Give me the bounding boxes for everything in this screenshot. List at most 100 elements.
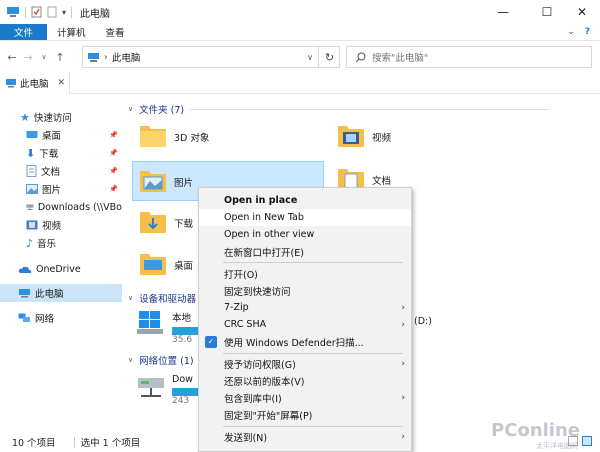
recent-locations-icon[interactable]: ∨ [36, 53, 52, 61]
downloads-folder-icon [140, 212, 166, 233]
breadcrumb-item[interactable]: 此电脑 [112, 50, 141, 64]
sidebar-item-network-downloads[interactable]: Downloads (\\VBo [0, 198, 122, 216]
folder-tile-videos[interactable]: 视频 [336, 120, 526, 156]
desktop-folder-icon [140, 254, 166, 275]
menu-item-7zip[interactable]: 7-Zip › [199, 299, 411, 316]
search-icon [355, 52, 366, 62]
menu-item-defender-scan[interactable]: ✓ 使用 Windows Defender扫描... [199, 333, 411, 350]
menu-separator [223, 353, 403, 354]
menu-item-pin-start[interactable]: 固定到"开始"屏幕(P) [199, 406, 411, 423]
explorer-window: ▾ 此电脑 — ☐ ✕ 文件 计算机 查看 ⌄ ? ← → ∨ ↑ › 此电脑 … [0, 0, 600, 452]
menu-item-open-new-window[interactable]: 在新窗口中打开(E) [199, 243, 411, 260]
address-bar[interactable]: › 此电脑 ∨ [82, 46, 340, 68]
folders-group-header[interactable]: ∨ 文件夹 (7) [128, 102, 551, 116]
pin-icon: 📌 [109, 185, 118, 193]
new-folder-icon[interactable] [47, 6, 57, 18]
pin-icon: 📌 [109, 149, 118, 157]
folder-label: 文档 [372, 176, 392, 187]
properties-icon[interactable] [31, 6, 42, 18]
menu-separator [223, 426, 403, 427]
video-folder-icon [338, 126, 364, 147]
computer-icon [7, 7, 19, 17]
submenu-arrow-icon: › [401, 392, 405, 403]
pin-icon: 📌 [109, 167, 118, 175]
minimize-button[interactable]: — [481, 0, 525, 24]
menu-item-crc-sha[interactable]: CRC SHA › [199, 316, 411, 333]
collapse-icon[interactable]: ∨ [128, 356, 133, 364]
watermark-subtitle: 太平洋电脑网 [536, 442, 578, 450]
collapse-icon[interactable]: ∨ [128, 294, 133, 302]
tiles-view-icon[interactable] [582, 436, 592, 446]
menu-separator [223, 262, 403, 263]
sidebar-item-onedrive[interactable]: OneDrive [0, 260, 122, 278]
folder-label: 3D 对象 [174, 133, 210, 144]
tab-computer[interactable]: 计算机 [47, 24, 96, 40]
collapse-icon[interactable]: ∨ [128, 105, 133, 113]
sidebar-item-label: 网络 [35, 314, 55, 325]
sidebar-item-label: OneDrive [36, 263, 81, 275]
network-icon [18, 313, 30, 322]
pictures-icon [26, 184, 38, 194]
menu-item-include-library[interactable]: 包含到库中(I) › [199, 389, 411, 406]
customize-quick-access-icon[interactable]: ▾ [62, 8, 66, 17]
item-count: 10 个项目 [12, 438, 56, 449]
tab-file[interactable]: 文件 [0, 24, 48, 40]
menu-item-open-in-place[interactable]: Open in place [199, 192, 411, 209]
menu-item-pin-quick-access[interactable]: 固定到快速访问 [199, 282, 411, 299]
sidebar-item-quick-access[interactable]: ★ 快速访问 [0, 108, 122, 126]
group-title: 网络位置 (1) [139, 356, 194, 367]
menu-item-open-in-new-tab[interactable]: Open in New Tab [199, 209, 411, 226]
refresh-button[interactable]: ↻ [318, 46, 340, 68]
menu-item-open-in-other-view[interactable]: Open in other view [199, 226, 411, 243]
folder-label: 下载 [174, 219, 194, 230]
title-bar: ▾ 此电脑 — ☐ ✕ [0, 0, 600, 24]
sidebar-item-label: 桌面 [42, 131, 62, 142]
ribbon-tabs: 文件 计算机 查看 ⌄ ? [0, 24, 600, 41]
sidebar-item-documents[interactable]: 文档 📌 [0, 162, 122, 180]
search-box[interactable]: 搜索"此电脑" [346, 46, 592, 68]
tab-this-pc[interactable]: 此电脑 ✕ [0, 72, 70, 94]
menu-item-restore-versions[interactable]: 还原以前的版本(V) [199, 372, 411, 389]
menu-item-grant-access[interactable]: 授予访问权限(G) › [199, 355, 411, 372]
breadcrumb-separator[interactable]: › [104, 52, 108, 63]
divider [190, 108, 551, 110]
selection-count: 选中 1 个项目 [80, 438, 141, 449]
menu-item-open[interactable]: 打开(O) [199, 265, 411, 282]
forward-arrow-icon[interactable]: → [20, 51, 36, 64]
menu-item-send-to[interactable]: 发送到(N) › [199, 428, 411, 445]
shield-icon: ✓ [205, 335, 217, 348]
divider [71, 6, 73, 18]
pin-icon: 📌 [109, 131, 118, 139]
star-icon: ★ [20, 110, 30, 124]
sidebar-item-network[interactable]: 网络 [0, 309, 122, 327]
sidebar-item-label: 视频 [42, 221, 62, 232]
divider [73, 436, 75, 448]
computer-icon [19, 289, 30, 298]
submenu-arrow-icon: › [401, 302, 405, 313]
sidebar-item-downloads[interactable]: ⬇ 下载 📌 [0, 144, 122, 162]
folder-label: 桌面 [174, 261, 194, 272]
help-icon[interactable]: ? [585, 27, 590, 37]
devices-group-header[interactable]: ∨ 设备和驱动器 [128, 291, 196, 305]
search-placeholder: 搜索"此电脑" [372, 53, 429, 64]
sidebar-item-desktop[interactable]: 桌面 📌 [0, 126, 122, 144]
tab-strip: 此电脑 ✕ [0, 72, 600, 94]
video-icon [26, 220, 38, 230]
address-dropdown-icon[interactable]: ∨ [303, 53, 317, 62]
sidebar-item-videos[interactable]: 视频 [0, 216, 122, 234]
up-arrow-icon[interactable]: ↑ [52, 51, 68, 64]
watermark-logo: PConline [491, 420, 580, 441]
network-group-header[interactable]: ∨ 网络位置 (1) [128, 353, 194, 367]
expand-ribbon-icon[interactable]: ⌄ [567, 27, 575, 37]
drive-label-d[interactable]: (D:) [414, 316, 432, 327]
close-button[interactable]: ✕ [560, 0, 600, 24]
sidebar-item-this-pc[interactable]: 此电脑 [0, 284, 122, 302]
sidebar-item-pictures[interactable]: 图片 📌 [0, 180, 122, 198]
close-tab-icon[interactable]: ✕ [57, 78, 65, 88]
folder-tile-3d-objects[interactable]: 3D 对象 [138, 120, 328, 156]
download-icon: ⬇ [26, 146, 36, 160]
tab-view[interactable]: 查看 [96, 24, 135, 40]
sidebar-item-music[interactable]: ♪ 音乐 [0, 234, 122, 252]
tab-label: 此电脑 [20, 79, 49, 90]
back-arrow-icon[interactable]: ← [4, 51, 20, 64]
